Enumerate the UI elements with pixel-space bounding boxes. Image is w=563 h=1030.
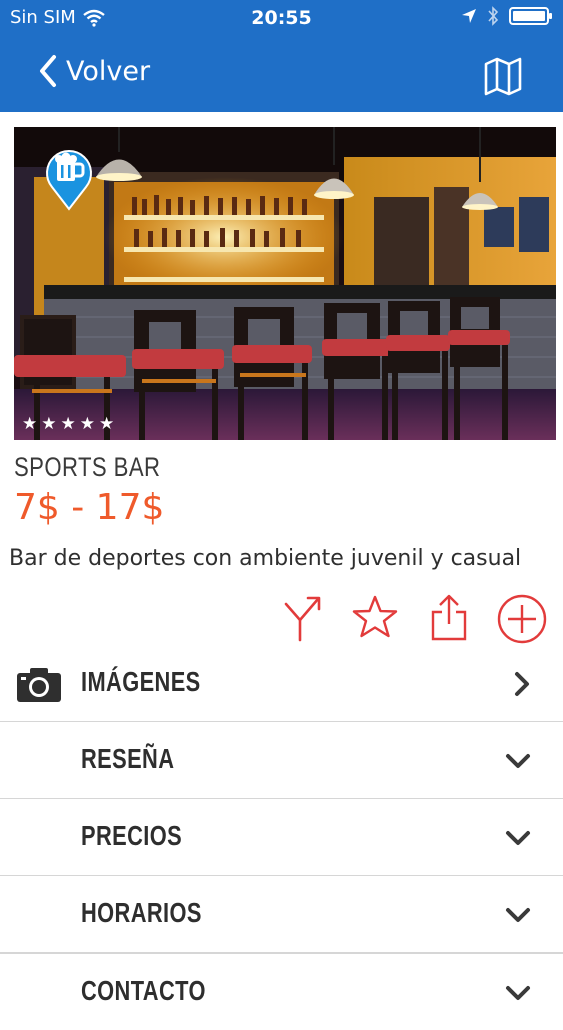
star-filled-icon: ★ [79, 414, 95, 434]
location-arrow-icon [462, 9, 476, 23]
navigation-bar: Volver [0, 36, 563, 112]
chevron-down-icon [506, 908, 530, 922]
star-filled-icon: ★ [99, 414, 115, 434]
status-right [461, 6, 553, 26]
bluetooth-icon [488, 6, 499, 26]
bar-interior-image [14, 127, 556, 440]
chevron-left-icon [40, 55, 56, 87]
route-icon [284, 596, 321, 642]
share-icon [431, 594, 467, 641]
favorite-button[interactable] [351, 594, 399, 644]
venue-name: SPORTS BAR [14, 452, 161, 482]
route-button[interactable] [280, 594, 324, 646]
rating-stars: ★ ★ ★ ★ ★ [22, 414, 114, 434]
chevron-down-icon [506, 831, 530, 845]
section-row-hours[interactable]: HORARIOS [0, 876, 563, 954]
section-label: RESEÑA [81, 743, 175, 774]
star-filled-icon: ★ [60, 414, 76, 434]
battery-icon [509, 7, 552, 25]
price-range: 7$ - 17$ [14, 487, 165, 528]
venue-photo[interactable]: ★ ★ ★ ★ ★ [14, 127, 556, 440]
category-pin [44, 147, 94, 211]
add-circle-icon [497, 594, 547, 644]
beer-mug-icon [46, 150, 92, 211]
add-button[interactable] [496, 594, 548, 650]
section-row-contact[interactable]: CONTACTO [0, 954, 563, 1030]
section-label: PRECIOS [81, 820, 183, 851]
section-row-images[interactable]: IMÁGENES [0, 645, 563, 723]
share-button[interactable] [428, 594, 470, 646]
section-label: HORARIOS [81, 897, 202, 928]
star-outline-icon [352, 595, 398, 638]
map-button[interactable] [483, 56, 523, 100]
section-label: IMÁGENES [81, 666, 201, 697]
star-filled-icon: ★ [22, 414, 38, 434]
camera-icon [17, 668, 61, 702]
chevron-right-icon [515, 672, 529, 696]
chevron-down-icon [506, 754, 530, 768]
section-row-review[interactable]: RESEÑA [0, 722, 563, 800]
section-row-prices[interactable]: PRECIOS [0, 799, 563, 877]
action-bar [0, 594, 563, 644]
section-label: CONTACTO [81, 975, 206, 1006]
star-filled-icon: ★ [41, 414, 57, 434]
chevron-down-icon [506, 986, 530, 1000]
back-button[interactable]: Volver [38, 54, 150, 88]
back-label: Volver [66, 55, 151, 87]
map-icon [484, 57, 522, 96]
venue-description: Bar de deportes con ambiente juvenil y c… [9, 546, 522, 571]
status-bar: Sin SIM 20:55 [0, 0, 563, 36]
